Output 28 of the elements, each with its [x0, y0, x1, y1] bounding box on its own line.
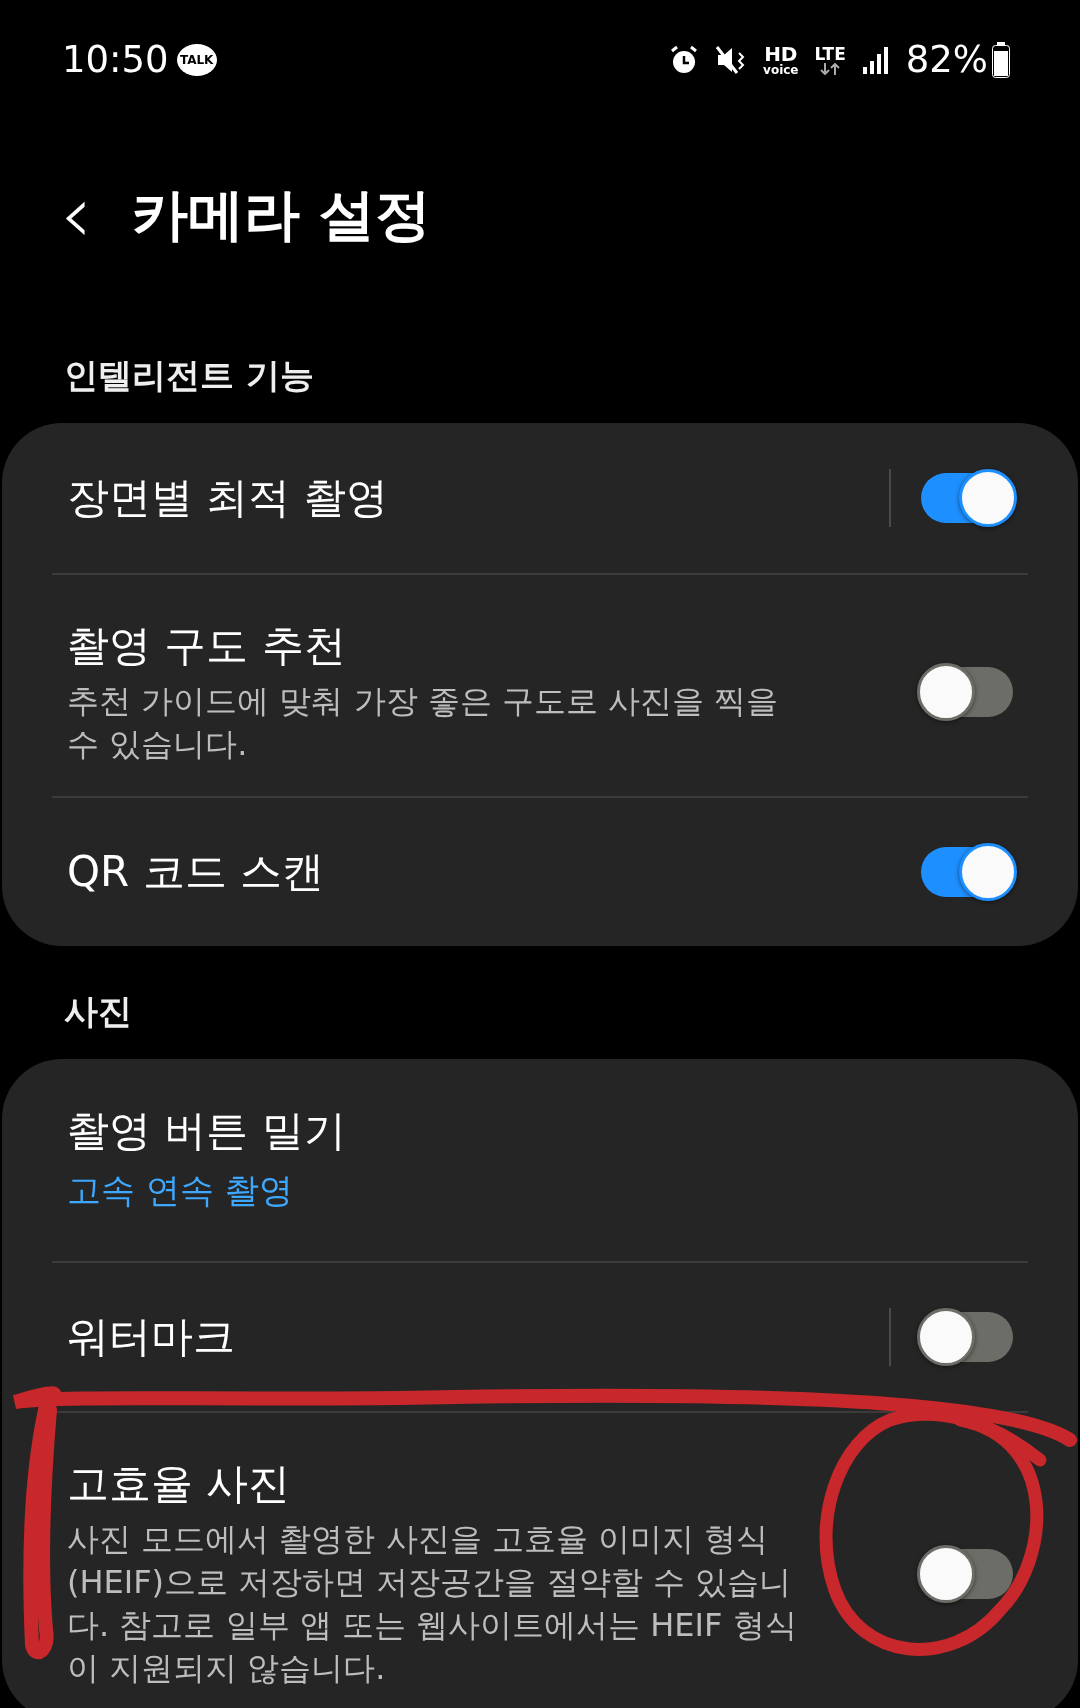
settings-item[interactable]: QR 코드 스캔: [52, 795, 1028, 946]
section-header: 인텔리전트 기능: [63, 354, 315, 397]
back-button[interactable]: ‹: [60, 175, 92, 255]
hd-voice-icon: HD voice: [763, 44, 799, 76]
data-arrows-icon: [819, 62, 842, 75]
settings-item[interactable]: 고효율 사진 사진 모드에서 촬영한 사진을 고효율 이미지 형식(HEIF)으로 저장하면 저장공간을 절약할 수 있습니다. 참고로 일부 앱 또는 웹사이트에서는 HEIF 형식이 지원되지 않습니다.: [52, 1410, 1028, 1708]
page-title: 카메라 설정: [132, 181, 432, 249]
item-title: 촬영 구도 추천: [67, 620, 347, 672]
section-header: 사진: [63, 989, 133, 1033]
battery-icon: [992, 42, 1010, 78]
item-description: 추천 가이드에 맞춰 가장 좋은 구도로 사진을 찍을 수 있습니다.: [67, 680, 780, 765]
settings-item[interactable]: 장면별 최적 촬영: [52, 423, 1028, 573]
settings-item[interactable]: 촬영 버튼 밀기 고속 연속 촬영: [52, 1058, 1028, 1261]
item-title: 장면별 최적 촬영: [67, 471, 389, 524]
battery-text: 82%: [905, 37, 988, 84]
item-title: QR 코드 스캔: [67, 845, 325, 898]
signal-icon: [861, 45, 890, 75]
settings-item[interactable]: 워터마크: [52, 1260, 1028, 1411]
item-title: 촬영 버튼 밀기: [67, 1105, 347, 1158]
item-value: 고속 연속 촬영: [67, 1168, 294, 1212]
network-text: LTE: [814, 45, 846, 63]
item-title: 고효율 사진: [67, 1457, 292, 1510]
settings-item[interactable]: 촬영 구도 추천 추천 가이드에 맞춰 가장 좋은 구도로 사진을 찍을 수 있습니다.: [52, 573, 1028, 796]
clock-text: 10:50: [62, 37, 169, 84]
item-title: 워터마크: [67, 1310, 236, 1363]
item-description: 사진 모드에서 촬영한 사진을 고효율 이미지 형식(HEIF)으로 저장하면 저장공간을 절약할 수 있습니다. 참고로 일부 앱 또는 웹사이트에서는 HEIF 형식이 지원되지 않습니다.: [67, 1518, 798, 1690]
chat-badge: TALK: [176, 44, 217, 76]
alarm-icon: [669, 44, 700, 76]
